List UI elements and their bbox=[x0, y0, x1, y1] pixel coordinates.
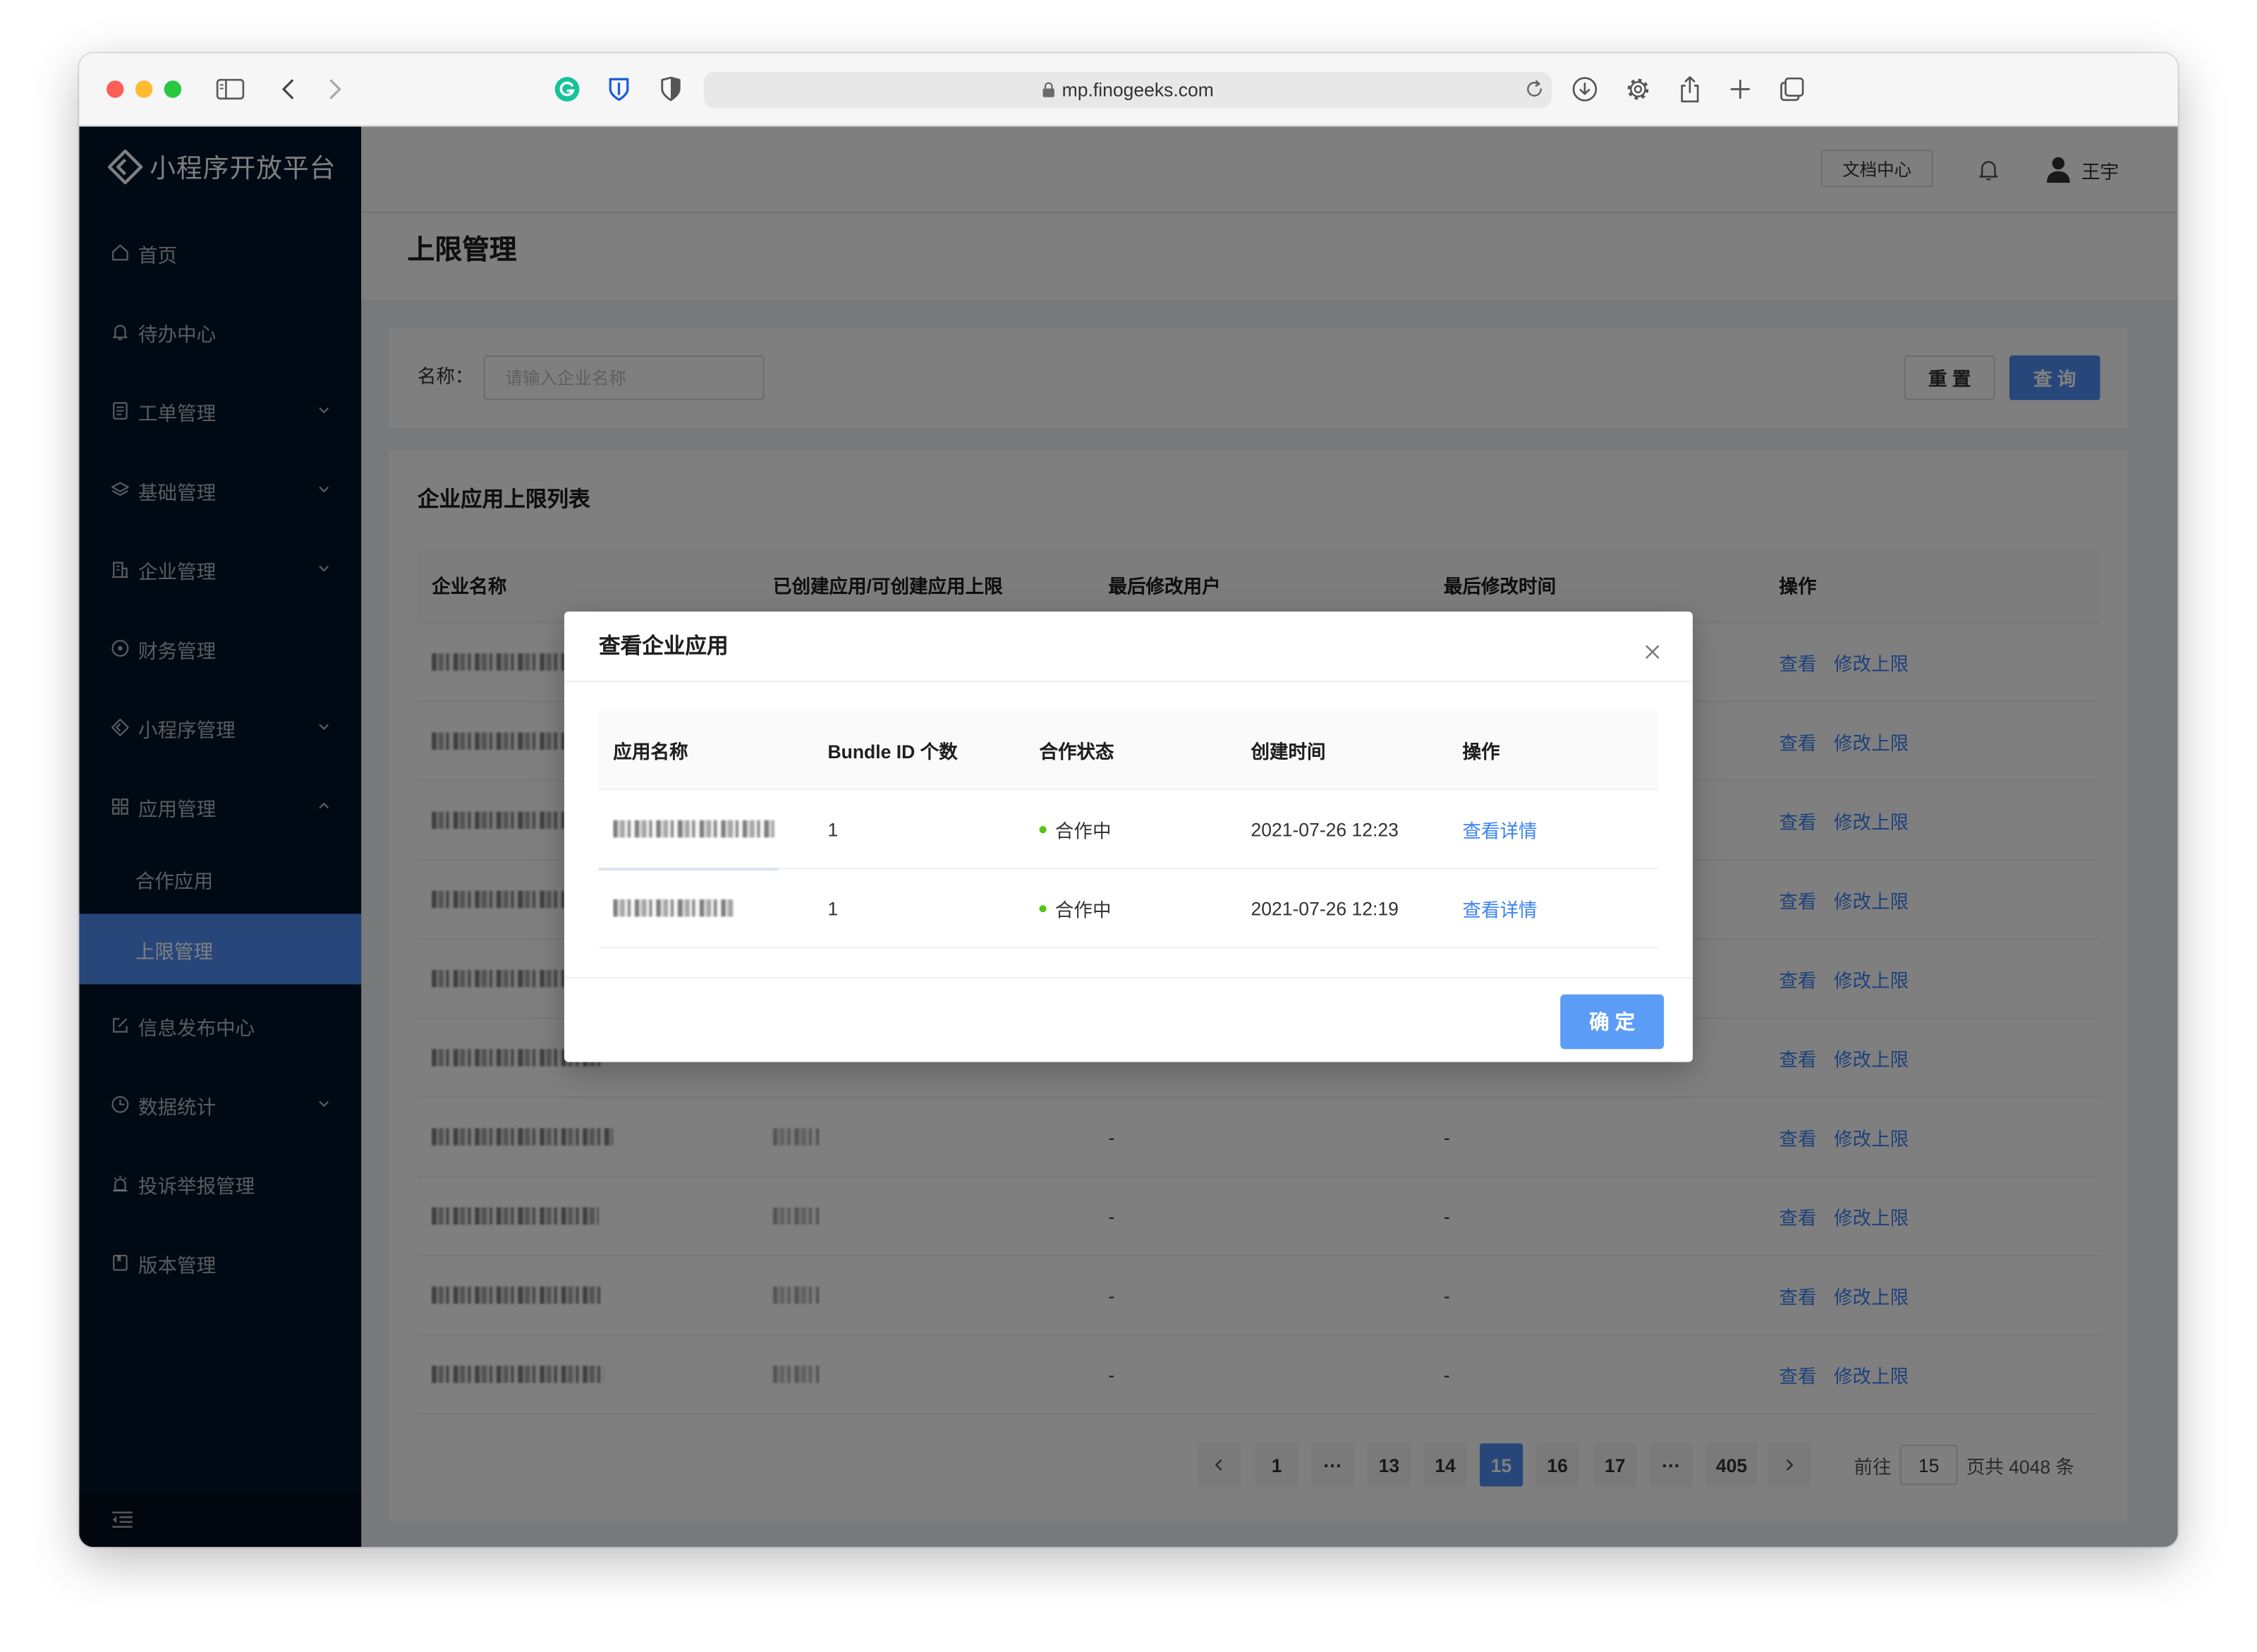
bitwarden-shield-icon[interactable] bbox=[607, 76, 631, 102]
zoom-window-button[interactable] bbox=[164, 80, 182, 98]
blurred-app-name bbox=[613, 790, 774, 868]
share-icon[interactable] bbox=[1679, 75, 1702, 104]
new-tab-plus-icon[interactable] bbox=[1730, 79, 1751, 99]
browser-toolbar: mp.finogeeks.com bbox=[79, 53, 2178, 127]
lock-icon bbox=[1042, 82, 1054, 97]
created-time: 2021-07-26 12:23 bbox=[1251, 818, 1399, 840]
reload-icon[interactable] bbox=[1524, 79, 1545, 99]
table-header: 应用名称 Bundle ID 个数 合作状态 创建时间 操作 bbox=[598, 710, 1659, 791]
web-app: 小程序开放平台 首页 待办中心 工单管理 基础管理 bbox=[79, 126, 2178, 1548]
browser-window: mp.finogeeks.com 请输入企业名称 15 查看企业应用 应用名称 … bbox=[79, 53, 2178, 1548]
settings-gear-icon[interactable] bbox=[1625, 76, 1651, 102]
status-text: 合作中 bbox=[1054, 899, 1112, 921]
address-url-text: mp.finogeeks.com bbox=[1061, 79, 1214, 101]
blurred-app-name bbox=[613, 869, 734, 947]
cooperation-status: 合作中 bbox=[1039, 790, 1112, 868]
column-header: 操作 bbox=[1462, 740, 1500, 763]
close-icon[interactable] bbox=[1644, 643, 1661, 660]
cooperation-status: 合作中 bbox=[1039, 869, 1112, 947]
created-time: 2021-07-26 12:19 bbox=[1251, 897, 1399, 919]
sidebar-toggle-icon[interactable] bbox=[216, 78, 245, 101]
view-details-link[interactable]: 查看详情 bbox=[1462, 869, 1537, 947]
confirm-button[interactable]: 确 定 bbox=[1560, 994, 1665, 1050]
grammarly-extension-icon[interactable] bbox=[554, 76, 580, 102]
table-row: 1 合作中 2021-07-26 12:19 查看详情 bbox=[598, 869, 1659, 949]
column-header: Bundle ID 个数 bbox=[827, 740, 958, 763]
modal-footer: 确 定 bbox=[564, 977, 1693, 1062]
column-header: 合作状态 bbox=[1039, 740, 1114, 763]
modal-title: 查看企业应用 bbox=[598, 634, 729, 660]
forward-icon[interactable] bbox=[328, 78, 342, 101]
downloads-icon[interactable] bbox=[1572, 76, 1598, 102]
status-dot bbox=[1039, 825, 1047, 833]
screen: mp.finogeeks.com 请输入企业名称 15 查看企业应用 应用名称 … bbox=[0, 0, 2257, 1652]
address-bar[interactable]: mp.finogeeks.com bbox=[703, 72, 1552, 109]
column-header: 创建时间 bbox=[1251, 740, 1326, 763]
column-header: 应用名称 bbox=[613, 740, 688, 763]
status-text: 合作中 bbox=[1054, 819, 1112, 842]
back-icon[interactable] bbox=[281, 78, 295, 101]
view-details-link[interactable]: 查看详情 bbox=[1462, 790, 1537, 868]
table-row: 1 合作中 2021-07-26 12:23 查看详情 bbox=[598, 790, 1659, 870]
modal-header: 查看企业应用 bbox=[564, 612, 1693, 683]
row-hover-underline bbox=[598, 868, 779, 871]
status-dot bbox=[1039, 904, 1047, 912]
bundle-id-count: 1 bbox=[827, 818, 839, 840]
tab-overview-icon[interactable] bbox=[1779, 76, 1805, 102]
close-window-button[interactable] bbox=[107, 80, 124, 98]
minimize-window-button[interactable] bbox=[135, 80, 153, 98]
view-enterprise-apps-modal: 查看企业应用 应用名称 Bundle ID 个数 合作状态 创建时间 操作 1 bbox=[564, 612, 1693, 1062]
bundle-id-count: 1 bbox=[827, 897, 839, 919]
enterprise-apps-table: 应用名称 Bundle ID 个数 合作状态 创建时间 操作 1 合作中 202… bbox=[598, 710, 1659, 949]
privacy-shield-icon[interactable] bbox=[659, 76, 683, 102]
